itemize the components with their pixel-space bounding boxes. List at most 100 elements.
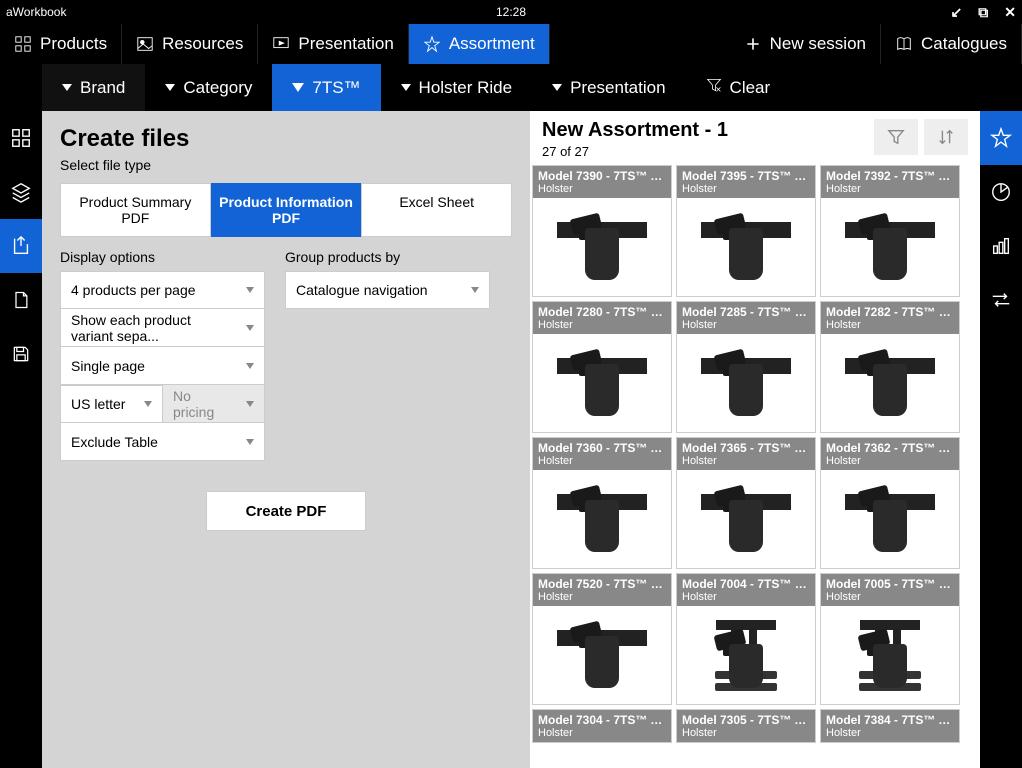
- filter-brand[interactable]: Brand: [42, 64, 145, 111]
- product-card[interactable]: Model 7360 - 7TS™ ALS®...Holster: [532, 437, 672, 569]
- product-card[interactable]: Model 7285 - 7TS™ SLS™ ...Holster: [676, 301, 816, 433]
- body: Create files Select file type Product Su…: [0, 111, 1022, 768]
- filter-7ts[interactable]: 7TS™: [272, 64, 380, 111]
- filter-bar: Brand Category 7TS™ Holster Ride Present…: [0, 64, 1022, 111]
- product-card[interactable]: Model 7305 - 7TS™ ALS®...Holster: [676, 709, 816, 743]
- product-subtitle: Holster: [826, 319, 954, 331]
- left-sidebar: [0, 111, 42, 768]
- product-thumbnail: [533, 198, 671, 296]
- nav-new-session[interactable]: New session: [730, 24, 881, 64]
- product-card[interactable]: Model 7280 - 7TS™ SLS™ ...Holster: [532, 301, 672, 433]
- product-card[interactable]: Model 7392 - 7TS™ ALS® ...Holster: [820, 165, 960, 297]
- nav-catalogues[interactable]: Catalogues: [881, 24, 1022, 64]
- nav-products[interactable]: Products: [0, 24, 122, 64]
- sort-button[interactable]: [924, 119, 968, 155]
- filter-clear-label: Clear: [730, 78, 771, 98]
- product-card-header: Model 7360 - 7TS™ ALS®...Holster: [533, 438, 671, 470]
- nav-resources-label: Resources: [162, 34, 243, 54]
- chevron-down-icon: [246, 439, 254, 445]
- side-save-icon[interactable]: [0, 327, 42, 381]
- dd-products-per-page-value: 4 products per page: [71, 282, 196, 298]
- dd-variant-value: Show each product variant sepa...: [71, 312, 234, 344]
- grid-icon: [14, 35, 32, 53]
- dd-pricing[interactable]: No pricing: [162, 385, 265, 423]
- product-card[interactable]: Model 7004 - 7TS™ SLS™ ...Holster: [676, 573, 816, 705]
- product-title: Model 7360 - 7TS™ ALS®...: [538, 441, 666, 455]
- product-card[interactable]: Model 7282 - 7TS™ SLS™ ...Holster: [820, 301, 960, 433]
- tab-summary-label: Product Summary PDF: [79, 194, 191, 226]
- product-title: Model 7282 - 7TS™ SLS™ ...: [826, 305, 954, 319]
- tab-info-pdf[interactable]: Product Information PDF: [211, 183, 362, 237]
- nav-presentation[interactable]: Presentation: [258, 24, 408, 64]
- chevron-down-icon: [144, 401, 152, 407]
- product-card[interactable]: Model 7005 - 7TS™ SLS™ ...Holster: [820, 573, 960, 705]
- product-thumbnail: [533, 334, 671, 432]
- product-card[interactable]: Model 7390 - 7TS™ ALS® ...Holster: [532, 165, 672, 297]
- tab-summary-pdf[interactable]: Product Summary PDF: [60, 183, 211, 237]
- filter-holster-ride[interactable]: Holster Ride: [381, 64, 533, 111]
- triangle-down-filled-icon: [292, 83, 304, 92]
- product-title: Model 7392 - 7TS™ ALS® ...: [826, 169, 954, 183]
- restore-icon[interactable]: ⧉: [978, 4, 988, 21]
- product-subtitle: Holster: [682, 591, 810, 603]
- product-thumbnail: [677, 334, 815, 432]
- product-subtitle: Holster: [538, 183, 666, 195]
- chevron-down-icon: [246, 401, 254, 407]
- product-card[interactable]: Model 7384 - 7TS™ ALS® ...Holster: [820, 709, 960, 743]
- product-subtitle: Holster: [682, 727, 810, 739]
- product-subtitle: Holster: [682, 319, 810, 331]
- dd-pricing-value: No pricing: [173, 388, 234, 420]
- filter-7ts-label: 7TS™: [312, 78, 360, 98]
- tab-excel[interactable]: Excel Sheet: [361, 183, 512, 237]
- product-thumbnail: [677, 198, 815, 296]
- product-thumbnail: [821, 334, 959, 432]
- dd-table-value: Exclude Table: [71, 434, 158, 450]
- nav-resources[interactable]: Resources: [122, 24, 258, 64]
- product-card[interactable]: Model 7395 - 7TS™ ALS® ...Holster: [676, 165, 816, 297]
- side-document-icon[interactable]: [0, 273, 42, 327]
- product-card-header: Model 7395 - 7TS™ ALS® ...Holster: [677, 166, 815, 198]
- app-name: aWorkbook: [6, 5, 66, 19]
- star-icon: [423, 35, 441, 53]
- dd-table-option[interactable]: Exclude Table: [60, 423, 265, 461]
- product-card[interactable]: Model 7304 - 7TS™ ALS®...Holster: [532, 709, 672, 743]
- product-card-header: Model 7520 - 7TS™ SLS™ ...Holster: [533, 574, 671, 606]
- side-layers-icon[interactable]: [0, 165, 42, 219]
- chevron-down-icon: [471, 287, 479, 293]
- filter-button[interactable]: [874, 119, 918, 155]
- dd-products-per-page[interactable]: 4 products per page: [60, 271, 265, 309]
- nav-presentation-label: Presentation: [298, 34, 393, 54]
- assortment-area: New Assortment - 1 27 of 27 Model 7390 -…: [530, 111, 980, 768]
- side-export-icon[interactable]: [0, 219, 42, 273]
- right-bar-icon[interactable]: [980, 219, 1022, 273]
- product-card[interactable]: Model 7362 - 7TS™ ALS®...Holster: [820, 437, 960, 569]
- filter-presentation[interactable]: Presentation: [532, 64, 685, 111]
- side-grid-icon[interactable]: [0, 111, 42, 165]
- product-card[interactable]: Model 7365 - 7TS™ ALS®...Holster: [676, 437, 816, 569]
- product-thumbnail: [677, 606, 815, 704]
- dd-single-value: Single page: [71, 358, 145, 374]
- dd-paper-size[interactable]: US letter: [60, 385, 162, 423]
- dd-group-by[interactable]: Catalogue navigation: [285, 271, 490, 309]
- nav-assortment[interactable]: Assortment: [409, 24, 550, 64]
- dd-variant-display[interactable]: Show each product variant sepa...: [60, 309, 265, 347]
- filter-clear[interactable]: Clear: [686, 64, 791, 111]
- product-card-header: Model 7392 - 7TS™ ALS® ...Holster: [821, 166, 959, 198]
- minimize-icon[interactable]: ↙: [951, 4, 963, 21]
- product-title: Model 7305 - 7TS™ ALS®...: [682, 713, 810, 727]
- right-pie-icon[interactable]: [980, 165, 1022, 219]
- page-title: Create files: [60, 125, 512, 153]
- triangle-down-icon: [401, 84, 411, 91]
- dd-single-page[interactable]: Single page: [60, 347, 265, 385]
- create-pdf-button[interactable]: Create PDF: [206, 491, 366, 531]
- product-grid[interactable]: Model 7390 - 7TS™ ALS® ...HolsterModel 7…: [530, 165, 980, 768]
- close-icon[interactable]: ✕: [1004, 4, 1016, 21]
- product-card[interactable]: Model 7520 - 7TS™ SLS™ ...Holster: [532, 573, 672, 705]
- filter-brand-label: Brand: [80, 78, 125, 98]
- book-icon: [895, 35, 913, 53]
- filter-category[interactable]: Category: [145, 64, 272, 111]
- main-nav: Products Resources Presentation Assortme…: [0, 24, 1022, 64]
- right-star-icon[interactable]: [980, 111, 1022, 165]
- product-subtitle: Holster: [538, 319, 666, 331]
- right-transfer-icon[interactable]: [980, 273, 1022, 327]
